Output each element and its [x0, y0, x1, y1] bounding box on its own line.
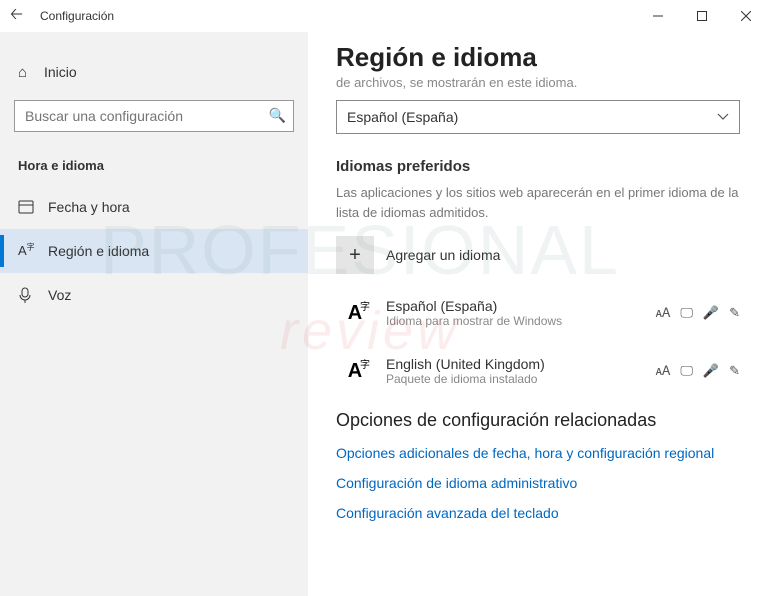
language-name: English (United Kingdom)	[386, 356, 545, 372]
back-button[interactable]: 🡠	[10, 3, 40, 30]
window-title: Configuración	[40, 9, 114, 23]
main-content: Región e idioma de archivos, se mostrará…	[308, 32, 768, 596]
related-settings: Opciones de configuración relacionadas O…	[336, 410, 740, 521]
language-icon: A字	[18, 242, 48, 260]
minimize-button[interactable]	[636, 0, 680, 32]
sidebar: ⌂ Inicio 🔍 Hora e idioma Fecha y hora A字…	[0, 32, 308, 596]
related-link-keyboard[interactable]: Configuración avanzada del teclado	[336, 505, 740, 521]
related-title: Opciones de configuración relacionadas	[336, 410, 740, 431]
language-glyph-icon: A字	[336, 352, 374, 390]
close-button[interactable]	[724, 0, 768, 32]
search-input[interactable]	[14, 100, 294, 132]
related-link-admin-language[interactable]: Configuración de idioma administrativo	[336, 475, 740, 491]
dropdown-value: Español (España)	[347, 109, 458, 125]
add-language-label: Agregar un idioma	[386, 247, 500, 263]
nav-label: Voz	[48, 287, 71, 303]
minimize-icon	[653, 11, 663, 21]
tts-icon: 🗚	[656, 305, 671, 321]
search-icon: 🔍	[269, 107, 286, 124]
clock-icon	[18, 199, 48, 215]
language-glyph-icon: A字	[336, 294, 374, 332]
language-sub: Idioma para mostrar de Windows	[386, 314, 562, 328]
maximize-button[interactable]	[680, 0, 724, 32]
page-title: Región e idioma	[336, 42, 740, 73]
display-language-dropdown[interactable]: Español (España)	[336, 100, 740, 134]
truncated-text: de archivos, se mostrarán en este idioma…	[336, 75, 740, 90]
keyboard-icon: 🎤	[703, 363, 719, 379]
window-controls	[636, 0, 768, 32]
add-language-button[interactable]: + Agregar un idioma	[336, 236, 740, 274]
language-name: Español (España)	[386, 298, 562, 314]
home-icon: ⌂	[18, 64, 44, 81]
nav-region-e-idioma[interactable]: A字 Región e idioma	[0, 229, 308, 273]
handwriting-icon: ✎	[729, 363, 740, 379]
handwriting-icon: ✎	[729, 305, 740, 321]
language-sub: Paquete de idioma instalado	[386, 372, 545, 386]
preferred-languages-title: Idiomas preferidos	[336, 158, 740, 175]
speech-icon: 🖵	[680, 363, 693, 379]
preferred-languages-desc: Las aplicaciones y los sitios web aparec…	[336, 183, 740, 222]
nav-label: Fecha y hora	[48, 199, 130, 215]
chevron-down-icon	[717, 113, 729, 121]
microphone-icon	[18, 287, 48, 303]
home-nav[interactable]: ⌂ Inicio	[0, 52, 308, 92]
related-link-regional[interactable]: Opciones adicionales de fecha, hora y co…	[336, 445, 740, 461]
tts-icon: 🗚	[656, 363, 671, 379]
language-features: 🗚 🖵 🎤 ✎	[656, 363, 740, 379]
maximize-icon	[697, 11, 707, 21]
close-icon	[741, 11, 751, 21]
nav-label: Región e idioma	[48, 243, 149, 259]
speech-icon: 🖵	[680, 305, 693, 321]
plus-icon: +	[336, 236, 374, 274]
category-label: Hora e idioma	[0, 146, 308, 185]
search-box[interactable]: 🔍	[14, 100, 294, 132]
nav-voz[interactable]: Voz	[0, 273, 308, 317]
language-features: 🗚 🖵 🎤 ✎	[656, 305, 740, 321]
keyboard-icon: 🎤	[703, 305, 719, 321]
language-item-es[interactable]: A字 Español (España) Idioma para mostrar …	[336, 294, 740, 332]
nav-fecha-y-hora[interactable]: Fecha y hora	[0, 185, 308, 229]
home-label: Inicio	[44, 64, 77, 80]
language-item-en[interactable]: A字 English (United Kingdom) Paquete de i…	[336, 352, 740, 390]
